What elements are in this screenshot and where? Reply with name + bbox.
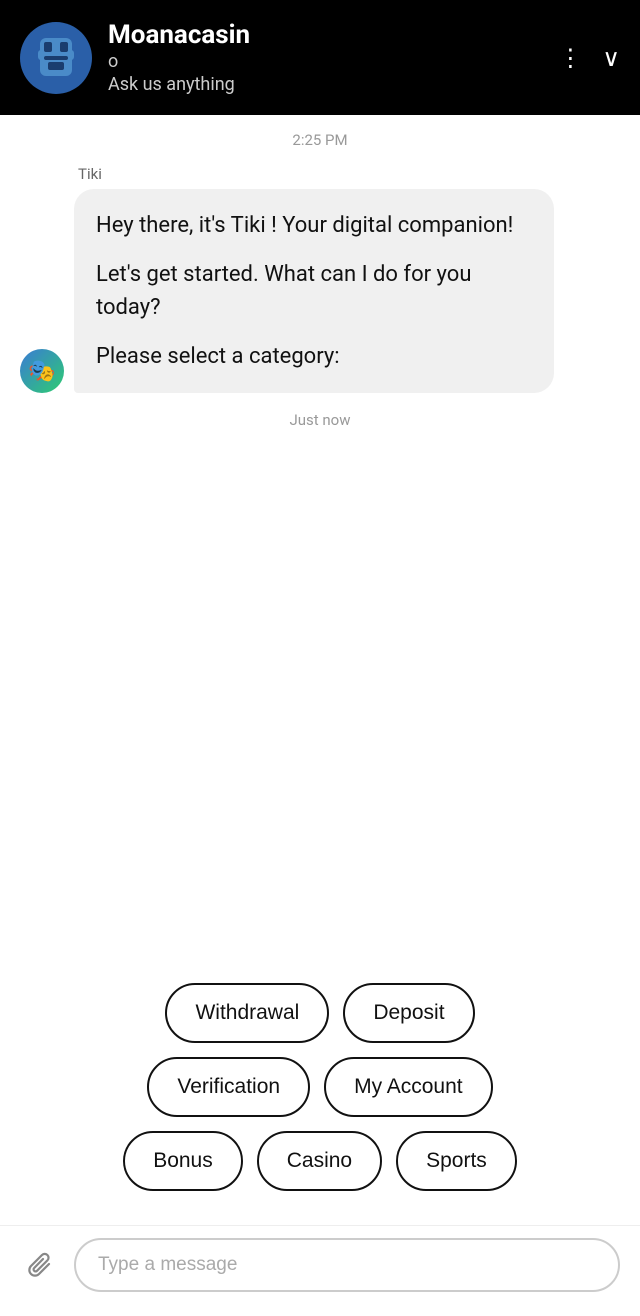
sender-name: Tiki	[74, 165, 554, 183]
header-subtitle: Ask us anything	[108, 74, 542, 95]
my-account-btn[interactable]: My Account	[324, 1057, 493, 1117]
categories-area: Withdrawal Deposit Verification My Accou…	[0, 967, 640, 1225]
casino-btn[interactable]: Casino	[257, 1131, 382, 1191]
online-status: o	[108, 51, 542, 72]
paperclip-icon	[26, 1251, 54, 1279]
brand-avatar	[20, 22, 92, 94]
message-text-1: Hey there, it's Tiki ! Your digital comp…	[96, 209, 532, 242]
bot-message-row: 🎭 Tiki Hey there, it's Tiki ! Your digit…	[20, 165, 620, 393]
verification-btn[interactable]: Verification	[147, 1057, 310, 1117]
brand-name: Moanacasin	[108, 20, 542, 51]
deposit-btn[interactable]: Deposit	[343, 983, 474, 1043]
sports-btn[interactable]: Sports	[396, 1131, 517, 1191]
category-row-1: Withdrawal Deposit	[20, 983, 620, 1043]
header-info: Moanacasin o Ask us anything	[108, 20, 542, 95]
bonus-btn[interactable]: Bonus	[123, 1131, 243, 1191]
brand-logo-icon	[30, 32, 82, 84]
message-text-2: Let's get started. What can I do for you…	[96, 258, 532, 324]
bottom-timestamp: Just now	[20, 411, 620, 429]
bot-message-col: Tiki Hey there, it's Tiki ! Your digital…	[74, 165, 554, 393]
collapse-icon[interactable]: ∨	[602, 44, 620, 72]
category-row-2: Verification My Account	[20, 1057, 620, 1117]
input-area	[0, 1225, 640, 1316]
withdrawal-btn[interactable]: Withdrawal	[165, 983, 329, 1043]
chat-area: 2:25 PM 🎭 Tiki Hey there, it's Tiki ! Yo…	[0, 115, 640, 967]
chat-header: Moanacasin o Ask us anything ⋮ ∨	[0, 0, 640, 115]
more-options-icon[interactable]: ⋮	[558, 44, 582, 72]
message-bubble: Hey there, it's Tiki ! Your digital comp…	[74, 189, 554, 393]
message-input[interactable]	[74, 1238, 620, 1292]
bot-avatar: 🎭	[20, 349, 64, 393]
message-text-3: Please select a category:	[96, 340, 532, 373]
attach-button[interactable]	[20, 1245, 60, 1285]
top-timestamp: 2:25 PM	[20, 131, 620, 149]
category-row-3: Bonus Casino Sports	[20, 1131, 620, 1191]
header-actions: ⋮ ∨	[558, 44, 620, 72]
